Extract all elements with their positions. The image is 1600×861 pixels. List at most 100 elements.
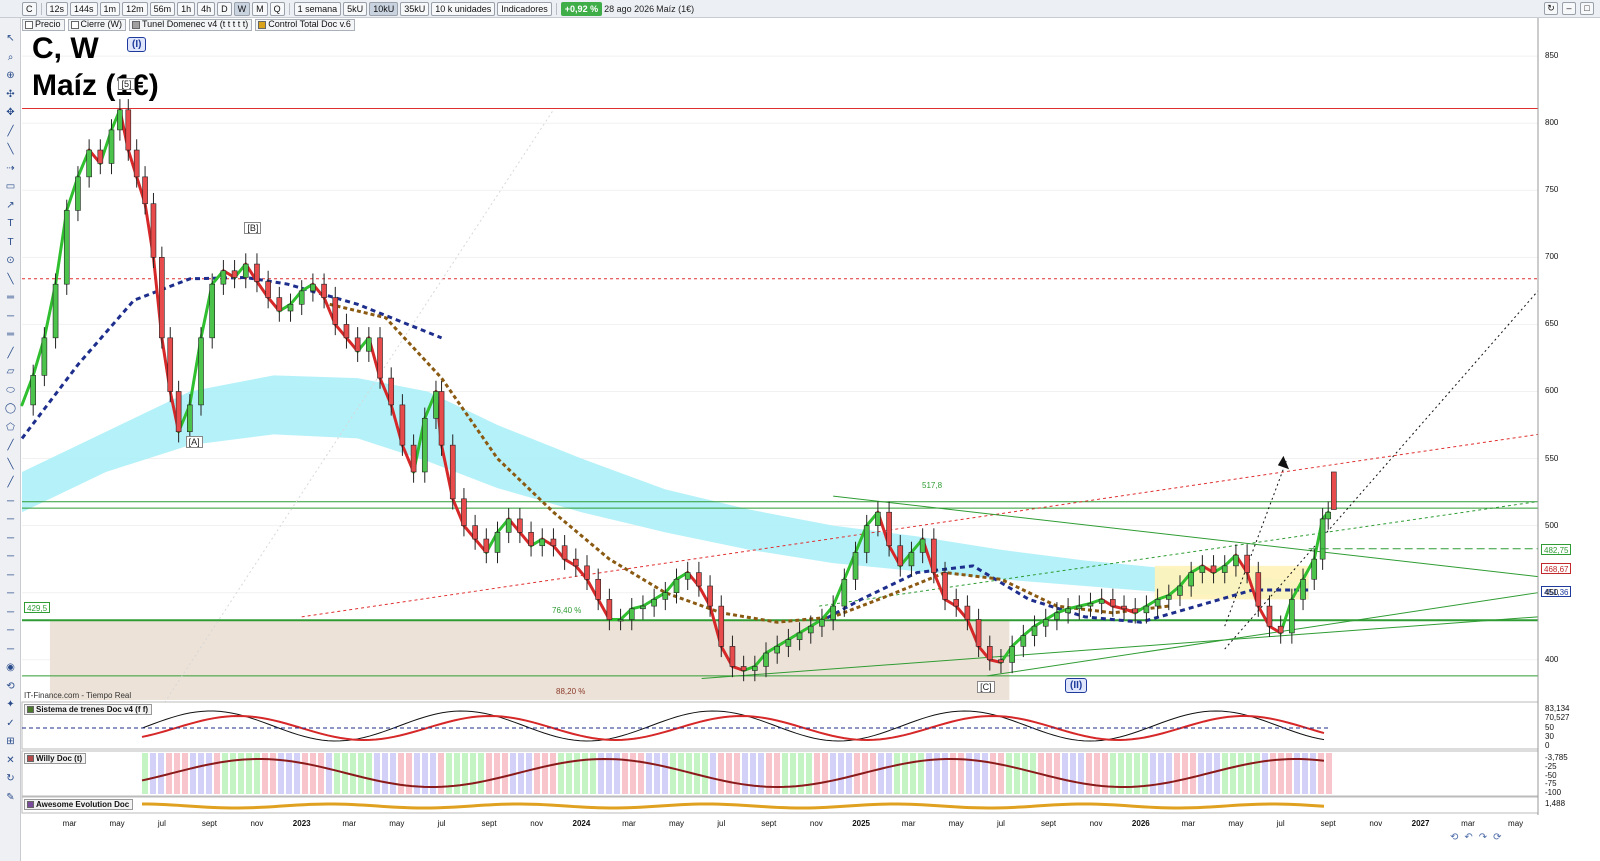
histogram-bar [1238,753,1244,794]
candle-body [1300,578,1306,600]
histogram-bar [1190,753,1196,794]
histogram-bar [758,753,764,794]
candle-body [628,608,635,620]
candle-body [1244,554,1250,573]
y-tick-label: 600 [1545,386,1559,396]
x-tick-label: 2026 [1131,819,1150,828]
candle-body [942,572,948,600]
histogram-bar [334,753,340,794]
candle-body [617,619,624,622]
histogram-bar [1198,753,1204,794]
histogram-bar [870,753,876,794]
candle-body [729,646,736,667]
histogram-bar [1174,753,1180,794]
candle-body [1110,599,1116,607]
histogram-bar [470,753,476,794]
x-tick-label: 2027 [1411,819,1430,828]
y-tick-label: 700 [1545,252,1559,262]
candle-body [1277,625,1284,634]
candle-body [1266,605,1273,627]
x-tick-label: may [1508,819,1524,828]
histogram-bar [1070,753,1076,794]
histogram-bar [486,753,492,794]
x-tick-label: jul [437,819,446,828]
candle-body [242,263,249,278]
histogram-bar [454,753,460,794]
candle-body [1054,612,1060,620]
candle-body [366,337,372,352]
histogram-bar [494,753,500,794]
candle-body [1221,565,1228,573]
candle-body [1098,599,1105,604]
panel-tick-label: -50 [1545,770,1557,780]
histogram-bar [1150,753,1156,794]
histogram-bar [790,753,796,794]
histogram-bar [678,753,684,794]
histogram-bar [302,753,308,794]
candle-body [254,263,260,282]
x-tick-label: may [1228,819,1244,828]
candle-body [975,619,982,647]
zoom-out-icon[interactable]: ↶ [1464,832,1472,843]
scroll-right-icon[interactable]: ⟳ [1493,832,1501,843]
y-tick-label: 850 [1545,51,1559,61]
x-tick-label: nov [530,819,544,828]
histogram-bar [830,753,836,794]
candle-body [852,552,859,580]
histogram-bar [974,753,980,794]
panel-tick-label: 0 [1545,741,1550,750]
candle-body [117,109,123,131]
histogram-bar [150,753,156,794]
panel-tick-label: 50 [1545,722,1554,732]
histogram-bar [462,753,468,794]
histogram-bar [726,753,732,794]
histogram-bar [1134,753,1140,794]
histogram-bar [918,753,924,794]
candle-body [472,525,478,540]
histogram-bar [1142,753,1148,794]
histogram-bar [214,753,220,794]
projection-arrow-icon [1277,455,1290,470]
histogram-bar [566,753,572,794]
scroll-left-icon[interactable]: ⟲ [1450,832,1458,843]
candle-body [108,129,115,164]
histogram-bar [382,753,388,794]
histogram-bar [286,753,292,794]
candle-body [354,337,361,352]
histogram-bar [806,753,812,794]
candle-body [438,391,445,446]
candle-body [830,605,836,620]
histogram-bar [310,753,316,794]
candle-body [220,270,227,285]
candle-body [1319,518,1326,560]
candle-body [159,257,165,339]
x-tick-label: mar [622,819,636,828]
histogram-bar [702,753,708,794]
histogram-bar [158,753,164,794]
x-tick-label: jul [1276,819,1285,828]
fib-88-label: 88,20 % [556,687,586,696]
histogram-bar [1062,753,1068,794]
candle-body [740,666,747,671]
panel-label[interactable]: Sistema de trenes Doc v4 (f f) [24,704,153,715]
x-tick-label: may [948,819,964,828]
wave-label: [B] [244,221,262,234]
histogram-bar [838,753,844,794]
support-zone [49,620,1010,700]
candle-body [573,558,579,567]
zoom-in-icon[interactable]: ↷ [1479,832,1487,843]
candle-body [550,538,557,547]
histogram-bar [174,753,180,794]
panel-tick-label: 70,527 [1545,713,1570,723]
price-chart[interactable] [0,0,1600,861]
panel-label[interactable]: Willy Doc (t) [24,753,87,764]
candle-body [310,283,316,292]
histogram-bar [294,753,300,794]
histogram-bar [982,753,988,794]
panel-label[interactable]: Awesome Evolution Doc [24,799,134,810]
chart-subtitle: Maíz (1€) [32,69,159,102]
candle-body [150,203,157,258]
histogram-bar [182,753,188,794]
histogram-bar [734,753,740,794]
candle-body [1087,603,1094,607]
